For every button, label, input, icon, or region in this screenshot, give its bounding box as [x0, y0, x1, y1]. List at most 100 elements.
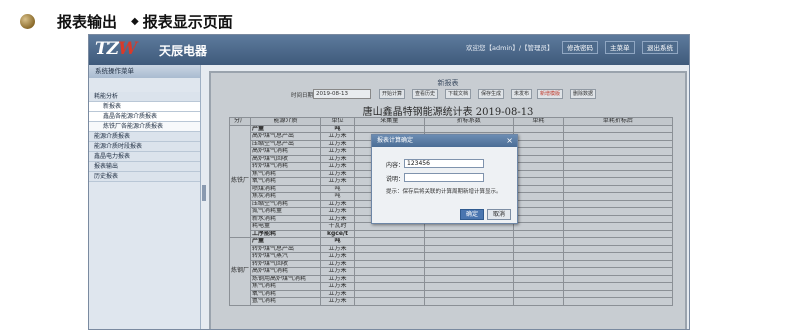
slide-title: 报表输出: [57, 12, 118, 31]
value-cell: [562, 259, 674, 268]
medium-cell: 产量: [250, 124, 322, 133]
date-input[interactable]: 2019-08-13: [313, 89, 371, 99]
unit-cell: 立方米: [320, 169, 356, 178]
value-cell: [513, 177, 564, 186]
logout-button[interactable]: 退出系统: [642, 41, 678, 54]
unit-cell: 立方米: [320, 154, 356, 163]
sidebar-item-ironworks-energy-report[interactable]: 炼铁厂各能源介质报表: [89, 122, 200, 132]
value-cell: [562, 297, 674, 306]
unit-cell: 立方米: [320, 199, 356, 208]
table-row: 转炉煤气总产出 立方米: [230, 244, 674, 253]
value-cell: [354, 297, 425, 306]
logo-mark: TZW: [95, 39, 137, 59]
note-label: 说明：: [386, 176, 405, 183]
sidebar-item-power-report[interactable]: 鑫晶电力报表: [89, 152, 200, 162]
column-header: 采集量: [354, 117, 425, 126]
sidebar-item-report-output[interactable]: 报表输出: [89, 162, 200, 172]
value-cell: [354, 124, 425, 133]
table-row: 氧气消耗 立方米: [230, 289, 674, 298]
value-cell: [423, 297, 515, 306]
sidebar-collapse-handle[interactable]: [202, 185, 206, 201]
unit-cell: 立方米: [320, 162, 356, 171]
change-password-button[interactable]: 修改密码: [562, 41, 598, 54]
close-icon[interactable]: ×: [506, 135, 513, 147]
column-header: 单位: [320, 117, 356, 126]
medium-cell: 高炉煤气消耗: [250, 147, 322, 156]
unpublished-button[interactable]: 未发布: [511, 89, 533, 99]
medium-cell: 工序能耗: [250, 229, 322, 238]
main-menu-button[interactable]: 主菜单: [605, 41, 635, 54]
confirm-button[interactable]: 确定: [460, 209, 485, 220]
value-cell: [513, 169, 564, 178]
value-cell: [513, 244, 564, 253]
value-cell: [562, 214, 674, 223]
value-cell: [513, 289, 564, 298]
note-input[interactable]: [404, 173, 484, 182]
unit-cell: 立方米: [320, 267, 356, 276]
value-cell: [513, 229, 564, 238]
value-cell: [562, 154, 674, 163]
medium-cell: 氧气消耗: [250, 177, 322, 186]
cancel-button[interactable]: 取消: [487, 209, 512, 220]
medium-cell: 产量: [250, 237, 322, 246]
value-cell: [513, 259, 564, 268]
value-cell: [354, 282, 425, 291]
table-row: 氩气消耗 立方米: [230, 297, 674, 306]
table-header-row: 分厂 能源介质 单位 采集量 折标系数 单耗 单耗折标后: [228, 117, 674, 126]
value-cell: [562, 184, 674, 193]
slide-heading: 报表输出 ◆ 报表显示页面: [20, 8, 233, 34]
dialog-title-bar: 报表计算确定 ×: [372, 135, 517, 147]
sidebar-item-new-report[interactable]: 新报表: [89, 102, 200, 112]
column-header: 分厂: [228, 117, 252, 126]
table-row: 高炉煤气消耗 立方米: [230, 267, 674, 276]
value-cell: [513, 282, 564, 291]
medium-cell: 焦气消耗: [250, 282, 322, 291]
unit-cell: 立方米: [320, 177, 356, 186]
sidebar-item-xinjing-energy-report[interactable]: 鑫晶各能源介质报表: [89, 112, 200, 122]
sidebar-item-energy-medium-report[interactable]: 能源介质报表: [89, 132, 200, 142]
unit-cell: kgce/t: [320, 229, 356, 238]
value-cell: [562, 199, 674, 208]
content-label: 内容：: [386, 162, 405, 169]
value-cell: [562, 162, 674, 171]
value-cell: [513, 267, 564, 276]
sidebar-item-energy-analysis[interactable]: 耗能分析: [89, 92, 200, 102]
value-cell: [513, 132, 564, 141]
column-header: 单耗: [513, 117, 564, 126]
report-toolbar: 时间日期： 2019-08-13 开始计算 查看历史 下载文档 保存生成 未发布…: [211, 88, 685, 101]
value-cell: [562, 222, 674, 231]
value-cell: [513, 252, 564, 261]
value-cell: [423, 282, 515, 291]
table-row: 转炉煤气蒸汽 立方米: [230, 252, 674, 261]
value-cell: [562, 267, 674, 276]
column-header: 单耗折标后: [562, 117, 674, 126]
value-cell: [423, 289, 515, 298]
unit-cell: 立方米: [320, 252, 356, 261]
diamond-bullet-icon: ◆: [131, 15, 139, 27]
sidebar-header: 系统操作菜单: [89, 65, 200, 78]
brand-name: 天辰电器: [159, 44, 208, 58]
delete-data-button[interactable]: 删除数据: [570, 89, 597, 99]
start-calc-button[interactable]: 开始计算: [379, 89, 406, 99]
value-cell: [513, 124, 564, 133]
medium-cell: 焦气消耗: [250, 169, 322, 178]
sidebar: 系统操作菜单 耗能分析 新报表 鑫晶各能源介质报表 炼铁厂各能源介质报表 能源介…: [89, 65, 201, 329]
unit-cell: 立方米: [320, 274, 356, 283]
sidebar-item-history-report[interactable]: 历史报表: [89, 172, 200, 182]
medium-cell: 耗电量: [250, 222, 322, 231]
table-row: 焦气消耗 立方米: [230, 282, 674, 291]
factory-cell: 炼钢厂: [228, 237, 252, 306]
unit-cell: 立方米: [320, 282, 356, 291]
download-doc-button[interactable]: 下载文档: [445, 89, 472, 99]
medium-cell: 高炉煤气回收: [250, 154, 322, 163]
content-input[interactable]: 123456: [404, 159, 484, 168]
medium-cell: 转炉煤气蒸汽: [250, 252, 322, 261]
sidebar-item-energy-period-report[interactable]: 能源介质时段报表: [89, 142, 200, 152]
unit-cell: 立方米: [320, 244, 356, 253]
add-template-button[interactable]: 新增模版: [537, 89, 564, 99]
save-generate-button[interactable]: 保存生成: [478, 89, 505, 99]
value-cell: [562, 147, 674, 156]
medium-cell: 氮气消耗量: [250, 207, 322, 216]
view-history-button[interactable]: 查看历史: [412, 89, 439, 99]
value-cell: [562, 282, 674, 291]
